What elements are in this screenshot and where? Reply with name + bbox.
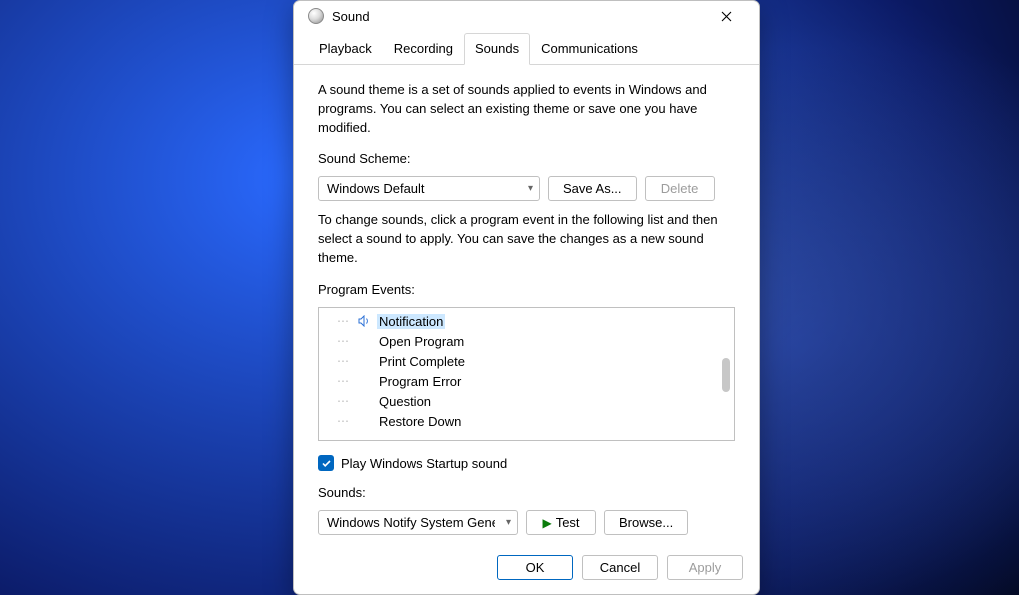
event-label: Restore Down [377,414,463,429]
tab-playback[interactable]: Playback [308,33,383,65]
sounds-label: Sounds: [318,485,735,500]
event-item[interactable]: ⋯ Program Error [333,371,734,391]
event-label: Notification [377,314,445,329]
tab-recording[interactable]: Recording [383,33,464,65]
scheme-dropdown[interactable]: Windows Default ▾ [318,176,540,201]
change-sounds-description: To change sounds, click a program event … [318,211,735,268]
event-item-notification[interactable]: ⋯ Notification [333,311,734,331]
event-label: Question [377,394,433,409]
program-events-list[interactable]: ⋯ Notification ⋯ Open Program ⋯ Print Co… [318,307,735,441]
sound-sysicon [308,8,324,24]
tab-strip: Playback Recording Sounds Communications [294,32,759,65]
dialog-footer: OK Cancel Apply [294,545,759,594]
save-as-button[interactable]: Save As... [548,176,637,201]
tree-connector: ⋯ [337,355,351,367]
sound-file-value: Windows Notify System Generic.wav [327,515,495,530]
close-icon [721,11,732,22]
startup-sound-checkbox-row[interactable]: Play Windows Startup sound [318,455,735,471]
event-label: Open Program [377,334,466,349]
event-item[interactable]: ⋯ Open Program [333,331,734,351]
scrollbar-thumb[interactable] [722,358,730,392]
chevron-down-icon: ▾ [506,517,511,528]
sounds-row: Windows Notify System Generic.wav ▾ ▶ Te… [318,510,735,535]
speaker-icon [357,315,371,327]
test-label: Test [556,515,580,530]
event-item[interactable]: ⋯ Print Complete [333,351,734,371]
startup-sound-label: Play Windows Startup sound [341,456,507,471]
tree-connector: ⋯ [337,335,351,347]
play-icon: ▶ [542,516,551,530]
tree-connector: ⋯ [337,315,351,327]
event-item[interactable]: ⋯ Question [333,391,734,411]
scheme-row: Windows Default ▾ Save As... Delete [318,176,735,201]
browse-button[interactable]: Browse... [604,510,688,535]
cancel-button[interactable]: Cancel [582,555,658,580]
theme-description: A sound theme is a set of sounds applied… [318,81,735,138]
tree-connector: ⋯ [337,375,351,387]
event-label: Program Error [377,374,463,389]
tree-connector: ⋯ [337,415,351,427]
apply-button: Apply [667,555,743,580]
program-events-label: Program Events: [318,282,735,297]
sound-file-dropdown[interactable]: Windows Notify System Generic.wav ▾ [318,510,518,535]
delete-button: Delete [645,176,715,201]
checkbox-checked-icon [318,455,334,471]
event-label: Print Complete [377,354,467,369]
tab-sounds[interactable]: Sounds [464,33,530,65]
window-title: Sound [332,9,704,24]
sound-dialog: Sound Playback Recording Sounds Communic… [293,0,760,595]
close-button[interactable] [704,1,749,31]
tree-connector: ⋯ [337,395,351,407]
chevron-down-icon: ▾ [528,183,533,194]
tab-communications[interactable]: Communications [530,33,649,65]
scheme-value: Windows Default [327,181,425,196]
tab-content: A sound theme is a set of sounds applied… [294,65,759,545]
titlebar: Sound [294,1,759,32]
ok-button[interactable]: OK [497,555,573,580]
test-button[interactable]: ▶ Test [526,510,596,535]
event-item[interactable]: ⋯ Restore Down [333,411,734,431]
scheme-label: Sound Scheme: [318,151,735,166]
